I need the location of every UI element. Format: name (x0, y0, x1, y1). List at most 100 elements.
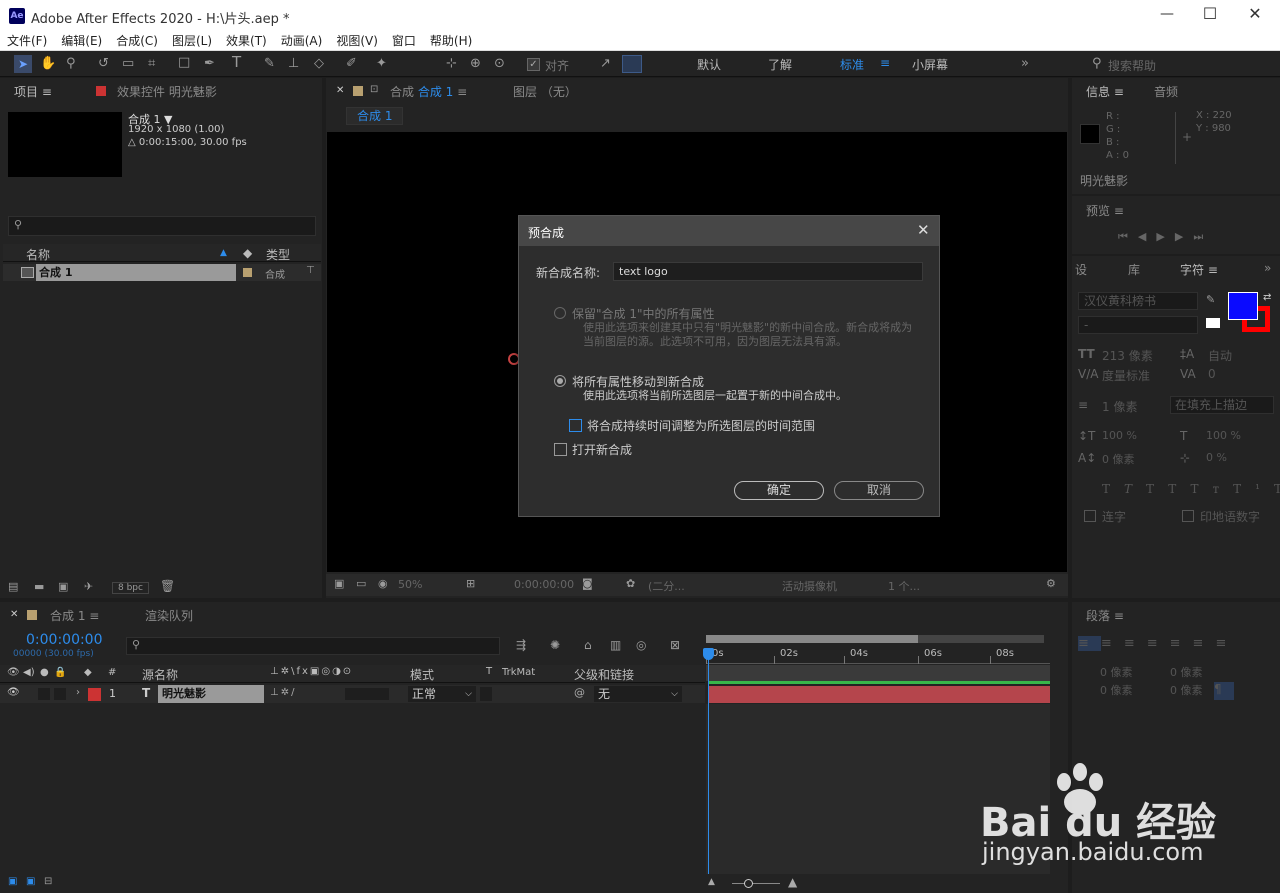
col-name-header[interactable]: 名称 (26, 246, 50, 263)
layer-switches[interactable]: ⊥✲/ (270, 687, 296, 698)
work-area-bar[interactable] (706, 635, 918, 643)
tracking-value[interactable]: 0 (1208, 367, 1216, 381)
kerning-value[interactable]: 度量标准 (1102, 367, 1150, 384)
time-ruler[interactable]: 0s 02s 04s 06s 08s (706, 646, 1050, 664)
tab-timeline-comp[interactable]: 合成 1 ≡ (50, 607, 99, 624)
roto-brush-tool-icon[interactable]: ✐ (346, 57, 357, 70)
selection-tool-icon[interactable]: ➤ (14, 55, 32, 73)
workspace-1[interactable]: 了解 (768, 56, 792, 73)
frame-blending-icon[interactable]: ▥ (610, 639, 621, 651)
justify-center-icon[interactable]: ≡ (1170, 636, 1193, 651)
maximize-button[interactable]: ☐ (1198, 4, 1222, 26)
col-source-name[interactable]: 源名称 (142, 666, 178, 683)
zoom-select[interactable]: 50% (398, 578, 422, 591)
expand-arrow-icon[interactable]: › (76, 687, 80, 698)
no-fill-icon[interactable] (1206, 318, 1220, 328)
panel-menu-icon[interactable]: » (1264, 261, 1271, 275)
project-item-row[interactable]: 合成 1 合成 ⊤ (3, 264, 321, 281)
pickwhip-icon[interactable]: @ (574, 686, 585, 699)
subscript-icon[interactable]: T₁ (1274, 482, 1280, 496)
brush-tool-icon[interactable]: ✎ (264, 57, 275, 70)
snapshot-icon[interactable]: ◙ (582, 578, 593, 589)
solo-toggle[interactable] (38, 688, 50, 700)
align-left-icon[interactable]: ≡ (1078, 636, 1101, 651)
layer-row[interactable]: 👁 › 1 T 明光魅影 ⊥✲/ 正常 ⌵ @ 无 ⌵ (0, 685, 705, 703)
workspace-menu-icon[interactable]: ≡ (880, 56, 890, 70)
search-help-input[interactable]: 搜索帮助 (1108, 57, 1156, 74)
shy-layers-icon[interactable]: ⌂ (584, 639, 592, 651)
workspace-0[interactable]: 默认 (697, 56, 721, 73)
menu-item-1[interactable]: 编辑(E) (54, 31, 109, 51)
workspace-overflow-icon[interactable]: » (1021, 57, 1029, 70)
world-axis-icon[interactable]: ⊕ (470, 57, 481, 70)
col-type-header[interactable]: 类型 (266, 246, 290, 263)
layer-duration-bar[interactable] (708, 686, 1050, 703)
bpc-button[interactable]: 8 bpc (112, 582, 149, 594)
faux-bold-icon[interactable]: T (1102, 482, 1124, 496)
playhead-handle[interactable] (703, 648, 714, 660)
comp-breadcrumb[interactable]: 合成 1 (346, 107, 404, 125)
flowchart-view-icon[interactable]: ⚙ (1046, 578, 1056, 589)
close-window-button[interactable]: ✕ (1243, 4, 1267, 26)
swap-colors-icon[interactable]: ⇄ (1263, 292, 1271, 303)
indent-right-value[interactable]: 0 像素 (1170, 664, 1203, 680)
tab-project[interactable]: 项目 ≡ (14, 83, 52, 100)
zoom-tool-icon[interactable]: ⚲ (66, 57, 76, 70)
work-area-range[interactable] (706, 665, 1050, 681)
justify-all-icon[interactable]: ≡ (1215, 636, 1238, 651)
rectangle-tool-icon[interactable]: □ (178, 56, 190, 69)
menu-item-7[interactable]: 窗口 (385, 31, 423, 51)
puppet-pin-tool-icon[interactable]: ✦ (376, 57, 387, 70)
snap-checkbox[interactable]: ✓ (527, 58, 540, 71)
all-caps-icon[interactable]: TT (1146, 482, 1190, 496)
tab-composition[interactable]: 合成 合成 1 ≡ (390, 83, 467, 100)
menu-item-5[interactable]: 动画(A) (274, 31, 330, 51)
resolution-select[interactable]: (二分... (648, 578, 685, 594)
new-comp-icon[interactable]: ▣ (58, 581, 68, 592)
trkmat-box[interactable] (480, 687, 492, 701)
tab-effect-controls[interactable]: 效果控件 明光魅影 (117, 83, 217, 100)
hindi-digits-checkbox[interactable] (1182, 510, 1194, 522)
ok-button[interactable]: 确定 (734, 481, 824, 500)
fill-color-swatch[interactable] (1228, 292, 1258, 320)
next-frame-icon[interactable]: ▶ (1175, 230, 1193, 243)
space-before-value[interactable]: 0 像素 (1100, 682, 1133, 698)
tab-render-queue[interactable]: 渲染队列 (145, 607, 193, 624)
menu-item-3[interactable]: 图层(L) (165, 31, 219, 51)
tab-info[interactable]: 信息 ≡ (1086, 83, 1124, 100)
move-attributes-radio[interactable] (554, 375, 566, 387)
adjust-icon[interactable]: ✈ (84, 581, 93, 592)
menu-item-6[interactable]: 视图(V) (329, 31, 385, 51)
col-trkmat[interactable]: TrkMat (502, 667, 535, 678)
camera-tool-icon[interactable]: ▭ (122, 57, 134, 70)
layer-search-input[interactable] (126, 637, 500, 655)
small-caps-icon[interactable]: Tт (1190, 482, 1233, 496)
paragraph-direction-icon[interactable]: ¶ (1214, 682, 1234, 700)
stroke-mode-select[interactable]: 在填充上描边 (1170, 396, 1274, 414)
font-style-select[interactable]: - (1078, 316, 1198, 334)
fit-icon[interactable]: ⊞ (466, 578, 475, 589)
tab-preview[interactable]: 预览 ≡ (1086, 202, 1124, 219)
ligatures-checkbox[interactable] (1084, 510, 1096, 522)
time-navigator[interactable] (706, 635, 1044, 643)
play-icon[interactable]: ▶ (1156, 230, 1174, 243)
comp-name-input[interactable]: text logo (613, 262, 923, 281)
space-after-value[interactable]: 0 像素 (1170, 682, 1203, 698)
close-timeline-tab-icon[interactable]: ✕ (10, 609, 18, 620)
motion-blur-icon[interactable]: ◎ (636, 639, 646, 651)
align-right-icon[interactable]: ≡ (1124, 636, 1147, 651)
menu-item-4[interactable]: 效果(T) (219, 31, 274, 51)
justify-left-icon[interactable]: ≡ (1147, 636, 1170, 651)
tab-settings[interactable]: 设 (1075, 261, 1087, 278)
layer-switches-toggle-icon[interactable]: ▣ (8, 877, 17, 887)
lock-toggle[interactable] (54, 688, 66, 700)
prev-frame-icon[interactable]: ◀ (1138, 230, 1156, 243)
camera-select[interactable]: 活动摄像机 (782, 578, 837, 594)
flowchart-icon[interactable]: ⊤ (306, 266, 315, 276)
justify-right-icon[interactable]: ≡ (1193, 636, 1216, 651)
layer-label-swatch[interactable] (88, 688, 101, 701)
dialog-close-icon[interactable]: ✕ (917, 221, 930, 239)
draft-3d-icon[interactable]: ✺ (550, 639, 560, 651)
superscript-icon[interactable]: T¹ (1233, 482, 1274, 496)
layer-switch-boxes[interactable] (345, 688, 389, 700)
